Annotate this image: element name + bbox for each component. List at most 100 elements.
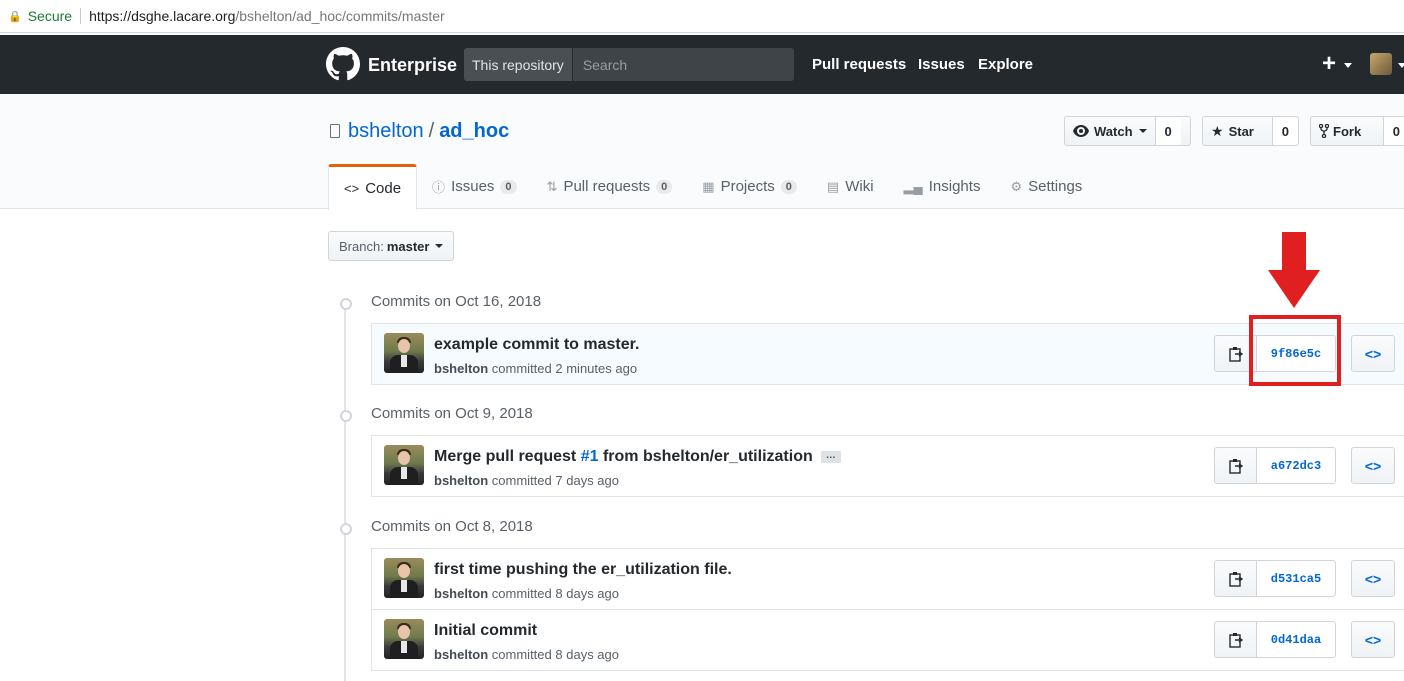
graph-icon: ▂▄ (903, 178, 923, 194)
issue-icon: ⓘ (432, 180, 446, 195)
watch-count[interactable]: 0 (1154, 117, 1181, 145)
gear-icon: ⚙ (1010, 178, 1023, 194)
tab-label: Settings (1028, 178, 1083, 195)
tab-label: Issues (451, 178, 495, 195)
star-button[interactable]: ★ Star 0 (1202, 116, 1299, 146)
commit-time: 8 days ago (555, 586, 619, 601)
browse-repo-icon[interactable]: <> (1351, 335, 1395, 372)
commit-message-link[interactable]: first time pushing the er_utilization fi… (434, 561, 732, 579)
commit-timeline (344, 300, 346, 681)
book-icon: ▤ (826, 178, 840, 194)
repo-header: bshelton / ad_hoc Watch 0 ★ Star 0 Fork 0 <… (0, 94, 1404, 210)
tab-code[interactable]: <> Code (328, 164, 418, 210)
secure-label: Secure (27, 8, 73, 24)
commit-group-title: Commits on Oct 9, 2018 (371, 405, 533, 422)
chevron-down-icon (435, 244, 444, 248)
commit-message-link[interactable]: Merge pull request (434, 448, 581, 465)
clipboard-icon (1228, 346, 1243, 362)
avatar[interactable] (384, 619, 424, 659)
repo-nav: <> Code ⓘ Issues 0 ⇅ Pull requests 0 ▦ Project… (328, 164, 1097, 210)
search-input[interactable] (572, 48, 794, 81)
chevron-down-icon (1138, 129, 1147, 133)
plus-icon[interactable]: + (1322, 50, 1336, 78)
tab-pull-requests[interactable]: ⇅ Pull requests 0 (532, 164, 688, 209)
commit-row: Initial commit bshelton committed 8 days… (371, 609, 1404, 671)
commit-group-title: Commits on Oct 8, 2018 (371, 518, 533, 535)
commit-verb: committed (491, 361, 552, 376)
commit-author[interactable]: bshelton (434, 473, 488, 488)
code-icon: <> (344, 181, 360, 196)
commit-verb: committed (491, 473, 552, 488)
tab-counter: 0 (780, 179, 797, 194)
commit-author[interactable]: bshelton (434, 647, 488, 662)
star-label: Star (1228, 123, 1254, 139)
timeline-commit-icon (334, 296, 354, 310)
branch-value: master (386, 238, 430, 254)
tab-label: Pull requests (563, 178, 651, 195)
commit-sha-link[interactable]: a672dc3 (1256, 447, 1336, 484)
search-scope: This repository (464, 48, 573, 81)
nav-explore[interactable]: Explore (978, 56, 1033, 73)
browse-repo-icon[interactable]: <> (1351, 621, 1395, 658)
commit-message-link[interactable]: example commit to master. (434, 336, 639, 354)
watch-button[interactable]: Watch 0 (1064, 116, 1191, 146)
fork-label: Fork (1333, 123, 1362, 139)
nav-pull-requests[interactable]: Pull requests (812, 56, 906, 73)
commit-meta: bshelton committed 8 days ago (434, 586, 619, 601)
commit-author[interactable]: bshelton (434, 586, 488, 601)
repo-name-link[interactable]: ad_hoc (439, 120, 509, 142)
tab-counter: 0 (500, 179, 517, 194)
commit-sha-link[interactable]: d531ca5 (1256, 560, 1336, 597)
fork-icon (1319, 124, 1329, 138)
tab-label: Wiki (845, 178, 874, 195)
star-icon: ★ (1211, 122, 1224, 139)
browse-repo-icon[interactable]: <> (1351, 560, 1395, 597)
tab-label: Code (365, 180, 402, 197)
tab-projects[interactable]: ▦ Projects 0 (687, 164, 812, 209)
repo-icon (330, 124, 340, 138)
tab-insights[interactable]: ▂▄ Insights (889, 164, 996, 209)
tab-wiki[interactable]: ▤ Wiki (812, 164, 889, 209)
chevron-down-icon[interactable] (1398, 63, 1404, 68)
lock-icon: 🔒 (8, 10, 22, 23)
nav-issues[interactable]: Issues (918, 56, 965, 73)
clipboard-icon (1228, 458, 1243, 474)
copy-sha-button[interactable] (1214, 621, 1257, 658)
tab-issues[interactable]: ⓘ Issues 0 (417, 164, 532, 209)
commit-time: 2 minutes ago (555, 361, 638, 376)
commit-sha-link[interactable]: 0d41daa (1256, 621, 1336, 658)
pull-request-link[interactable]: #1 (581, 448, 599, 465)
pull-request-icon: ⇅ (546, 178, 558, 194)
divider (80, 8, 82, 24)
timeline-commit-icon (334, 521, 354, 535)
search-box[interactable]: This repository (464, 48, 794, 81)
commit-message-link[interactable]: from bshelton/er_utilization (599, 448, 813, 465)
browse-repo-icon[interactable]: <> (1351, 447, 1395, 484)
star-count[interactable]: 0 (1271, 117, 1298, 145)
avatar[interactable] (1370, 53, 1392, 75)
commit-meta: bshelton committed 7 days ago (434, 473, 619, 488)
tab-label: Insights (928, 178, 981, 195)
watch-label: Watch (1094, 123, 1133, 139)
commit-author[interactable]: bshelton (434, 361, 488, 376)
address-bar[interactable]: 🔒 Secure https://dsghe.lacare.org/bshelt… (0, 0, 1404, 33)
fork-button[interactable]: Fork 0 (1310, 116, 1404, 146)
branch-select[interactable]: Branch: master (328, 231, 455, 261)
copy-sha-button[interactable] (1214, 560, 1257, 597)
tab-settings[interactable]: ⚙ Settings (995, 164, 1097, 209)
clipboard-icon (1228, 632, 1243, 648)
commit-verb: committed (491, 647, 552, 662)
avatar[interactable] (384, 445, 424, 485)
commit-row: Merge pull request #1 from bshelton/er_u… (371, 435, 1404, 497)
project-icon: ▦ (702, 178, 715, 194)
repo-owner-link[interactable]: bshelton (348, 120, 424, 142)
fork-count[interactable]: 0 (1382, 117, 1404, 145)
avatar[interactable] (384, 333, 424, 373)
chevron-down-icon[interactable] (1344, 63, 1352, 68)
avatar[interactable] (384, 558, 424, 598)
brand-name[interactable]: Enterprise (368, 55, 457, 76)
copy-sha-button[interactable] (1214, 447, 1257, 484)
commit-message-link[interactable]: Initial commit (434, 622, 537, 640)
github-logo-icon[interactable] (326, 47, 360, 81)
expand-message-button[interactable]: … (820, 450, 841, 463)
